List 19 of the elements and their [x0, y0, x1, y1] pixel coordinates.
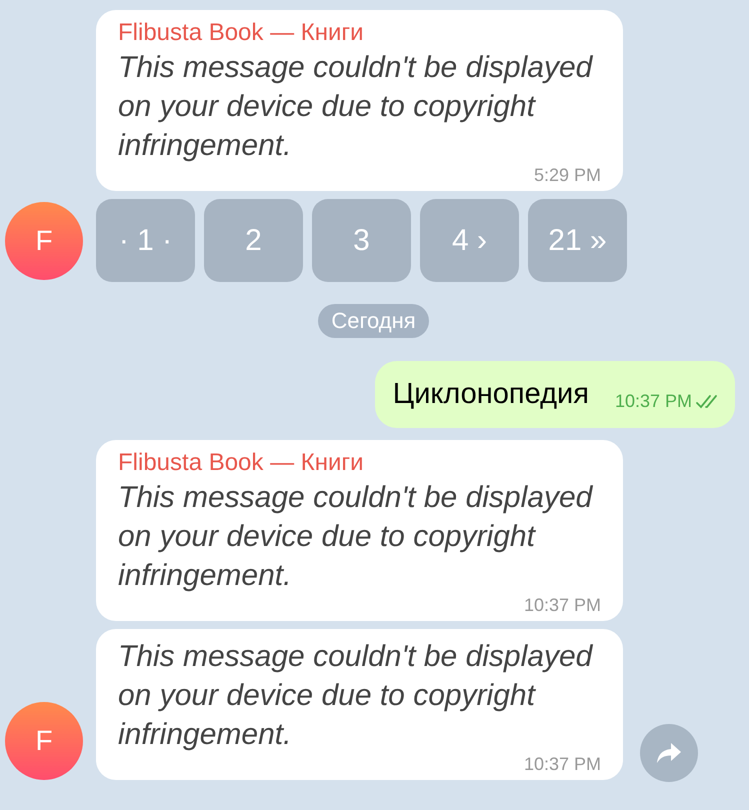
page-button[interactable]: 21 »	[528, 199, 627, 282]
avatar[interactable]: F	[5, 202, 83, 280]
date-label: Сегодня	[318, 304, 429, 338]
message-text: This message couldn't be displayed on your device due to copyright infringement.	[118, 639, 594, 753]
message-text: This message couldn't be displayed on your device due to copyright infringement.	[118, 50, 594, 164]
message-time: 5:29 PM	[534, 165, 601, 185]
message-time: 10:37 PM	[614, 391, 692, 412]
message-text: This message couldn't be displayed on your device due to copyright infringement.	[118, 480, 594, 594]
page-button[interactable]: 2	[204, 199, 303, 282]
page-button[interactable]: 4 ›	[420, 199, 519, 282]
message-time: 10:37 PM	[524, 595, 601, 615]
sender-name: Flibusta Book — Книги	[118, 448, 365, 478]
sender-name: Flibusta Book — Книги	[118, 18, 365, 48]
share-arrow-icon	[656, 742, 682, 764]
page-button[interactable]: · 1 ·	[96, 199, 195, 282]
avatar[interactable]: F	[5, 702, 83, 780]
page-button[interactable]: 3	[312, 199, 411, 282]
message-time: 10:37 PM	[524, 754, 601, 774]
message-text: Циклонопедия	[392, 378, 589, 411]
